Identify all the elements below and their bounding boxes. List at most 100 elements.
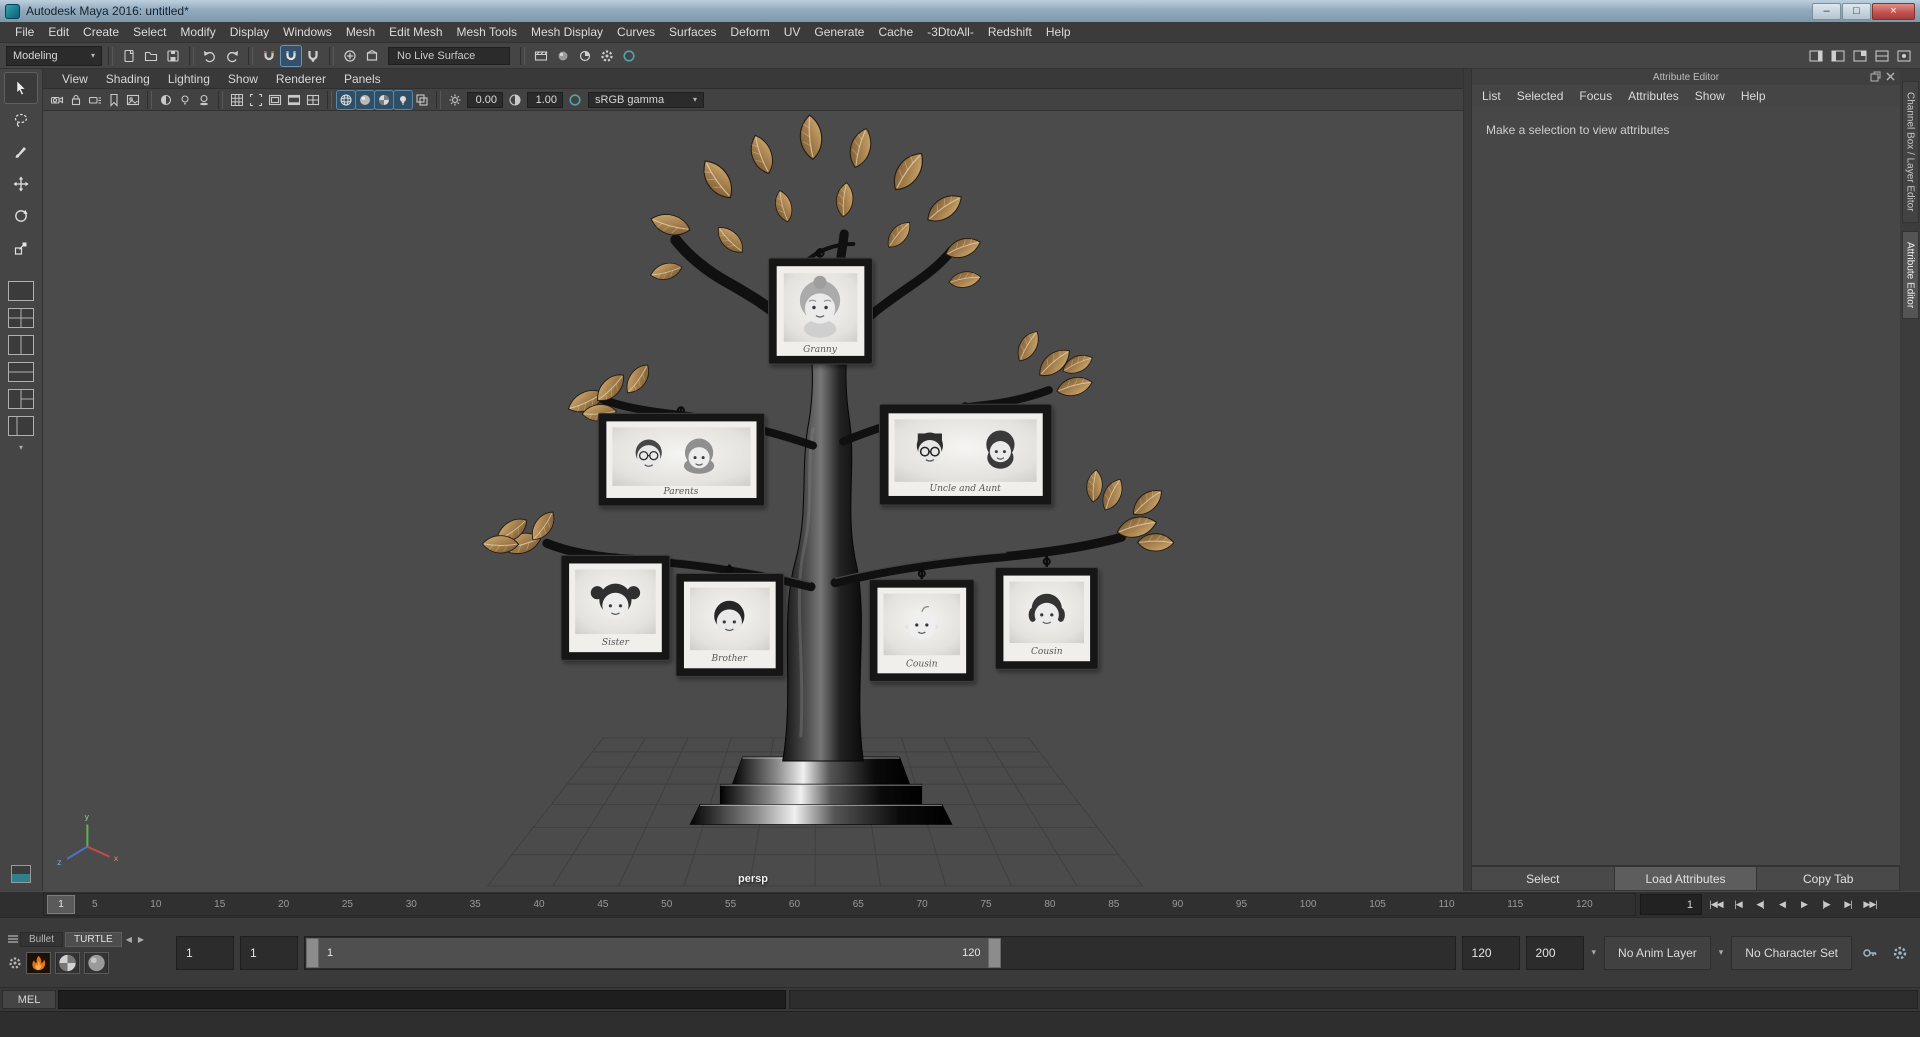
scale-tool-button[interactable] xyxy=(5,233,37,263)
save-scene-icon[interactable] xyxy=(163,46,183,66)
current-time-field[interactable]: 1 xyxy=(1640,894,1702,915)
new-scene-icon[interactable] xyxy=(119,46,139,66)
step-back-key-button[interactable]: ◀| xyxy=(1750,895,1770,915)
gamma-icon[interactable] xyxy=(506,91,524,109)
range-slider-bar[interactable]: 1 120 xyxy=(306,937,1002,968)
ae-menu-attributes[interactable]: Attributes xyxy=(1628,89,1679,103)
playback-end-field[interactable]: 120 xyxy=(1461,935,1520,970)
render-swatch-fire[interactable] xyxy=(26,951,51,974)
scene-svg[interactable]: Granny Parents Uncle and Aunt Sister Bro… xyxy=(43,111,1463,891)
snap-to-point-icon[interactable] xyxy=(303,46,323,66)
menu-windows[interactable]: Windows xyxy=(276,25,339,39)
render-view-icon[interactable] xyxy=(531,46,551,66)
photo-frame-uncle-aunt[interactable]: Uncle and Aunt xyxy=(878,402,1053,506)
live-surface-field[interactable]: No Live Surface xyxy=(388,46,510,65)
undo-icon[interactable] xyxy=(200,46,220,66)
ae-menu-list[interactable]: List xyxy=(1482,89,1501,103)
panel-menu-show[interactable]: Show xyxy=(219,72,267,86)
bookmark-icon[interactable] xyxy=(105,91,123,109)
menu-edit[interactable]: Edit xyxy=(41,25,76,39)
lock-camera-icon[interactable] xyxy=(67,91,85,109)
menu-uv[interactable]: UV xyxy=(777,25,808,39)
textured-mode-icon[interactable] xyxy=(374,89,394,110)
axis-gizmo[interactable]: y x z xyxy=(57,812,118,866)
gear-icon[interactable] xyxy=(8,956,22,970)
mel-toggle-button[interactable]: MEL xyxy=(2,990,56,1009)
film-gate-icon[interactable] xyxy=(247,91,265,109)
panel-menu-view[interactable]: View xyxy=(53,72,97,86)
wireframe-mode-icon[interactable] xyxy=(336,89,356,110)
menu-surfaces[interactable]: Surfaces xyxy=(662,25,723,39)
two-sided-lighting-icon[interactable] xyxy=(157,91,175,109)
lighting-icon[interactable] xyxy=(176,91,194,109)
tool-settings-toggle-icon[interactable] xyxy=(1828,46,1848,66)
panel-menu-lighting[interactable]: Lighting xyxy=(159,72,219,86)
menu-select[interactable]: Select xyxy=(126,25,173,39)
ae-menu-focus[interactable]: Focus xyxy=(1579,89,1612,103)
layout-two-pane-side-button[interactable] xyxy=(6,333,36,357)
snap-to-grid-icon[interactable] xyxy=(259,46,279,66)
tab-turtle[interactable]: TURTLE xyxy=(65,931,122,947)
menu-modify[interactable]: Modify xyxy=(173,25,222,39)
play-backwards-button[interactable]: ◀ xyxy=(1772,895,1792,915)
range-end-handle[interactable] xyxy=(988,937,1002,968)
animation-preferences-icon[interactable] xyxy=(1888,941,1912,965)
step-forward-key-button[interactable]: |▶ xyxy=(1816,895,1836,915)
resolution-gate-icon[interactable] xyxy=(266,91,284,109)
hypershade-persp-layout-icon[interactable] xyxy=(11,865,31,883)
menu-set-selector[interactable]: Modeling ▾ xyxy=(6,45,102,66)
layout-more-caret-icon[interactable]: ▾ xyxy=(19,443,23,452)
panel-splitter[interactable] xyxy=(1464,69,1472,891)
time-slider-track[interactable]: 5 10 15 20 25 30 35 40 45 50 55 60 65 70… xyxy=(43,893,1636,916)
gamma-field[interactable]: 1.00 xyxy=(527,91,563,108)
go-to-start-button[interactable]: |◀◀ xyxy=(1706,895,1726,915)
ae-menu-help[interactable]: Help xyxy=(1741,89,1766,103)
grid-display-icon[interactable] xyxy=(228,91,246,109)
open-scene-icon[interactable] xyxy=(141,46,161,66)
menu-curves[interactable]: Curves xyxy=(610,25,662,39)
step-back-frame-button[interactable]: |◀ xyxy=(1728,895,1748,915)
attribute-editor-toggle-icon[interactable] xyxy=(1806,46,1826,66)
panel-menu-panels[interactable]: Panels xyxy=(335,72,390,86)
menu-mesh-display[interactable]: Mesh Display xyxy=(524,25,610,39)
image-plane-icon[interactable] xyxy=(124,91,142,109)
shadows-icon[interactable] xyxy=(195,91,213,109)
menu-icon[interactable] xyxy=(8,935,18,943)
tab-bullet[interactable]: Bullet xyxy=(20,931,64,947)
render-settings-icon[interactable] xyxy=(597,46,617,66)
tab-attribute-editor[interactable]: Attribute Editor xyxy=(1901,230,1919,319)
anim-layer-selector[interactable]: No Anim Layer xyxy=(1604,935,1711,970)
animation-start-field[interactable]: 1 xyxy=(176,935,234,970)
layout-three-pane-button[interactable] xyxy=(6,387,36,411)
viewport-3d[interactable]: Granny Parents Uncle and Aunt Sister Bro… xyxy=(43,111,1463,891)
menu-mesh[interactable]: Mesh xyxy=(339,25,382,39)
photo-frame-granny[interactable]: Granny xyxy=(768,248,873,365)
panel-menu-renderer[interactable]: Renderer xyxy=(267,72,335,86)
playhead[interactable]: 1 xyxy=(47,895,75,914)
launch-render-view-icon[interactable] xyxy=(619,46,639,66)
use-all-lights-icon[interactable] xyxy=(393,89,413,110)
select-tool-button[interactable] xyxy=(4,72,38,104)
move-tool-button[interactable] xyxy=(5,169,37,199)
menu-display[interactable]: Display xyxy=(223,25,276,39)
playback-start-field[interactable]: 1 xyxy=(240,935,298,970)
gate-mask-icon[interactable] xyxy=(285,91,303,109)
copy-tab-button[interactable]: Copy Tab xyxy=(1757,866,1901,891)
layout-outliner-persp-button[interactable] xyxy=(6,414,36,438)
exposure-field[interactable]: 0.00 xyxy=(467,91,503,108)
select-camera-icon[interactable] xyxy=(48,91,66,109)
menu-generate[interactable]: Generate xyxy=(807,25,871,39)
photo-frame-brother[interactable]: Brother xyxy=(675,564,785,677)
ae-menu-show[interactable]: Show xyxy=(1695,89,1725,103)
panel-menu-shading[interactable]: Shading xyxy=(97,72,159,86)
menu-deform[interactable]: Deform xyxy=(723,25,776,39)
close-panel-icon[interactable] xyxy=(1885,71,1896,82)
modeling-toolkit-toggle-icon[interactable] xyxy=(1872,46,1892,66)
range-slider-groove[interactable]: 1 120 xyxy=(304,935,1456,970)
render-current-frame-icon[interactable] xyxy=(553,46,573,66)
layout-four-pane-button[interactable] xyxy=(6,306,36,330)
tab-scroll-left-icon[interactable]: ◀ xyxy=(124,935,134,944)
menu-file[interactable]: File xyxy=(8,25,41,39)
minimize-button[interactable]: – xyxy=(1812,2,1841,20)
construction-history-icon[interactable] xyxy=(362,46,382,66)
